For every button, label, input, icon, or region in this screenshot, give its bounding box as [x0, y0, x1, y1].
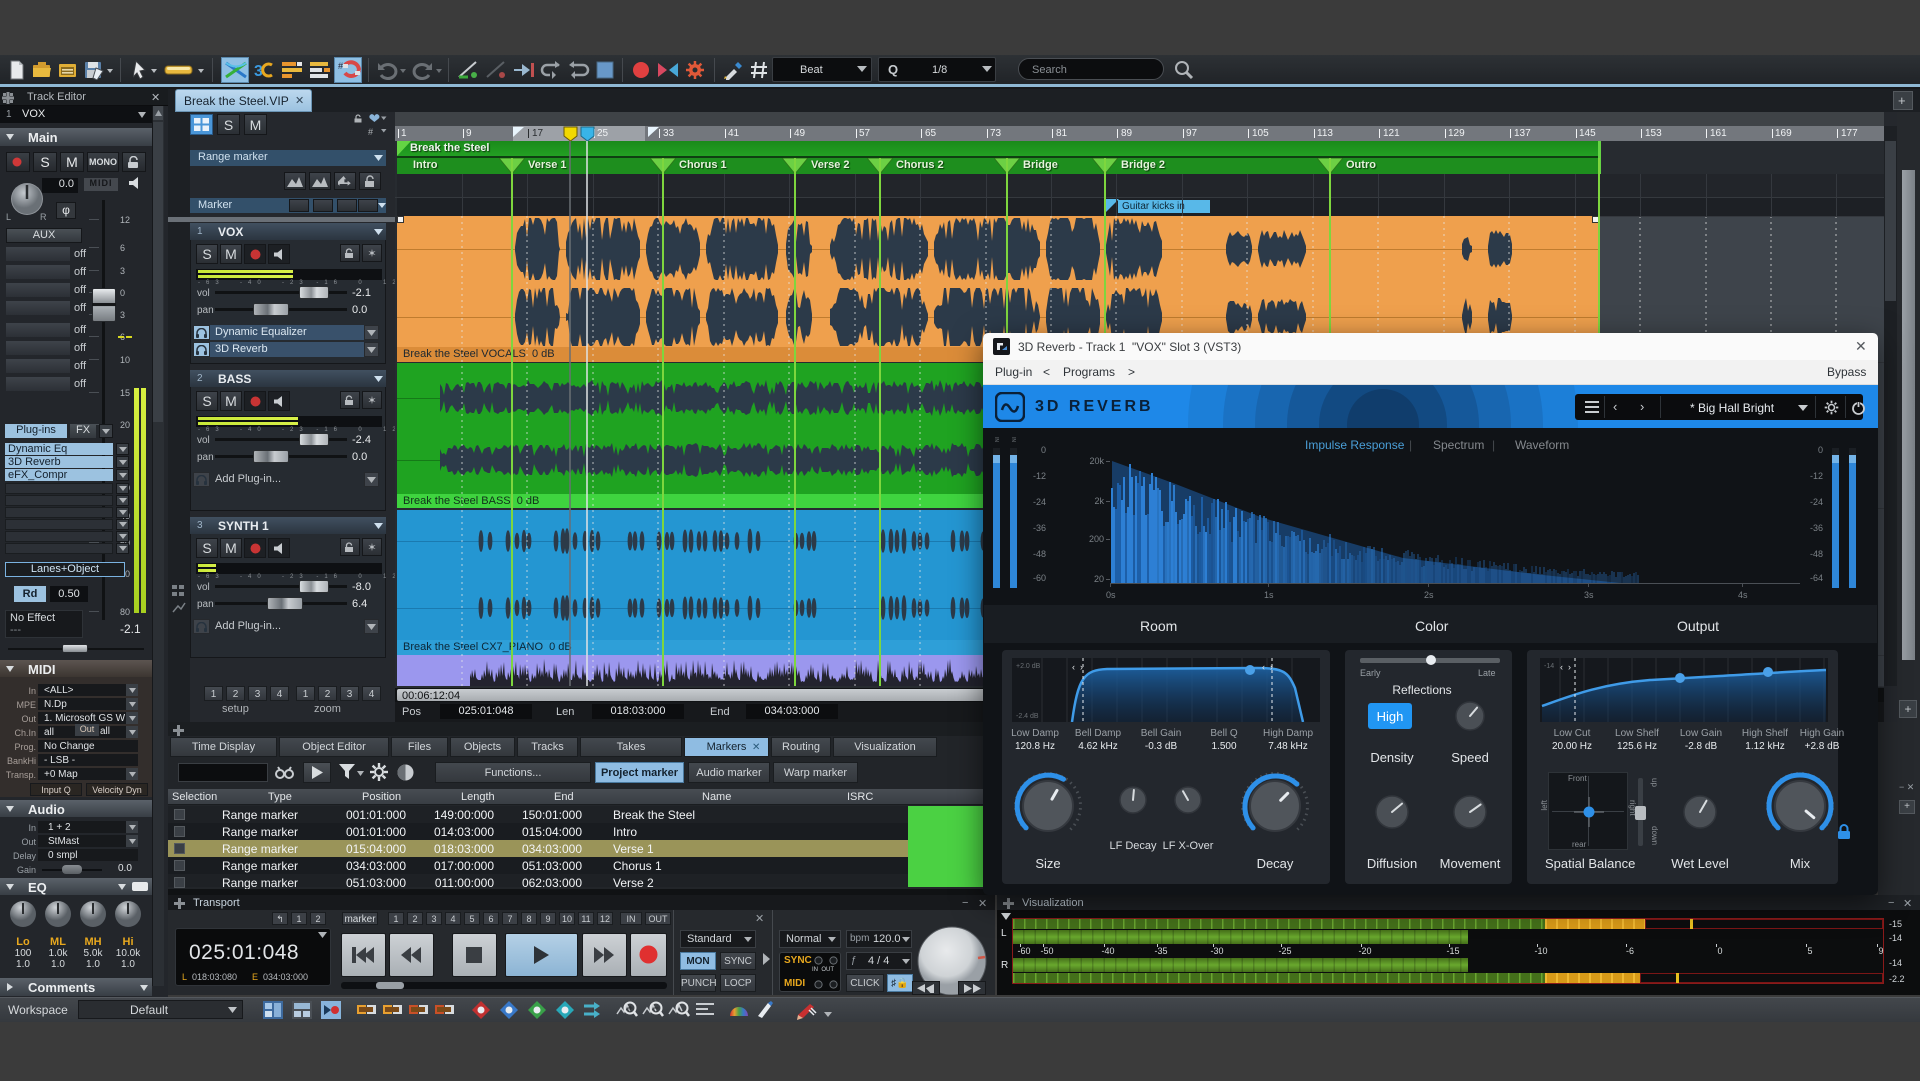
svg-text:+2.0 dB: +2.0 dB: [1016, 663, 1041, 670]
svg-text:-2.4 dB: -2.4 dB: [1016, 713, 1039, 720]
svg-text:−: −: [654, 1003, 659, 1013]
svg-text:-14: -14: [1544, 663, 1554, 670]
svg-text:+: +: [628, 1003, 633, 1013]
